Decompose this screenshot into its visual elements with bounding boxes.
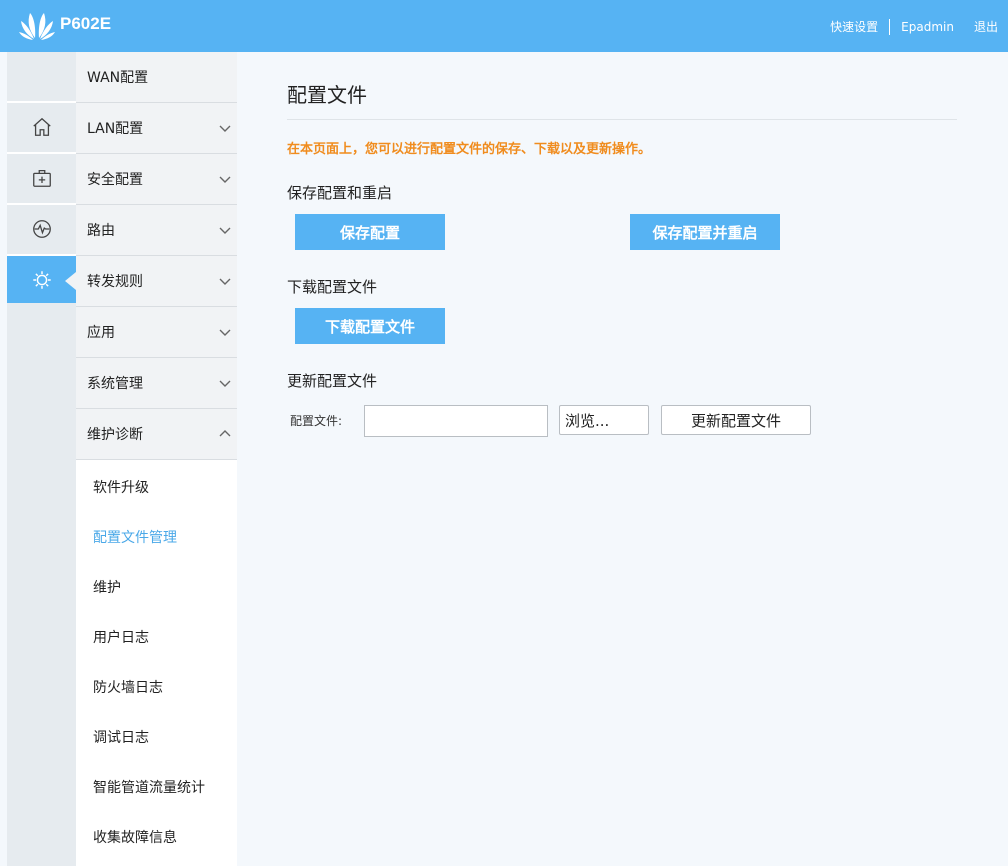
menu-item-label: 维护诊断 (87, 427, 143, 443)
save-section-title: 保存配置和重启 (287, 184, 393, 202)
menu-item-applications[interactable]: 应用 (76, 307, 237, 358)
title-divider (287, 119, 957, 120)
active-indicator (65, 272, 76, 290)
menu-item-label: 路由 (87, 223, 115, 239)
chevron-down-icon (219, 125, 231, 132)
submenu-item-maintain[interactable]: 维护 (93, 577, 121, 597)
menu-item-label: 转发规则 (87, 274, 143, 290)
config-file-input[interactable] (364, 405, 548, 437)
user-link[interactable]: Epadmin (901, 20, 954, 34)
submenu-item-software-upgrade[interactable]: 软件升级 (93, 477, 149, 497)
chevron-up-icon (219, 430, 231, 437)
browse-button[interactable]: 浏览... (559, 405, 649, 435)
sidebar-menu: WAN配置 LAN配置 安全配置 路由 转发规则 应用 系统管理 维护诊断 软件… (76, 52, 237, 866)
submenu-maintenance: 软件升级 配置文件管理 维护 用户日志 防火墙日志 调试日志 智能管道流量统计 … (76, 460, 237, 866)
submenu-item-debug-log[interactable]: 调试日志 (93, 727, 149, 747)
submenu-item-config-file[interactable]: 配置文件管理 (93, 527, 177, 547)
submenu-item-firewall-log[interactable]: 防火墙日志 (93, 677, 163, 697)
menu-item-label: 系统管理 (87, 376, 143, 392)
file-field-label: 配置文件: (290, 414, 343, 428)
update-config-button[interactable]: 更新配置文件 (661, 405, 811, 435)
gear-icon (32, 270, 51, 289)
menu-item-forwarding[interactable]: 转发规则 (76, 256, 237, 307)
pulse-icon (32, 219, 51, 238)
rail-settings[interactable] (7, 254, 76, 303)
submenu-item-collect-fault[interactable]: 收集故障信息 (93, 827, 177, 847)
chevron-down-icon (219, 176, 231, 183)
update-section-title: 更新配置文件 (287, 372, 378, 390)
quick-setup-link[interactable]: 快速设置 (830, 18, 878, 35)
menu-item-security[interactable]: 安全配置 (76, 154, 237, 205)
chevron-down-icon (219, 380, 231, 387)
menu-item-routing[interactable]: 路由 (76, 205, 237, 256)
menu-item-system[interactable]: 系统管理 (76, 358, 237, 409)
icon-rail (7, 52, 76, 866)
first-aid-icon (32, 169, 51, 187)
huawei-logo-icon (19, 13, 55, 40)
submenu-item-traffic-stats[interactable]: 智能管道流量统计 (93, 777, 205, 797)
save-config-button[interactable]: 保存配置 (295, 214, 445, 250)
download-config-button[interactable]: 下载配置文件 (295, 308, 445, 344)
menu-item-wan[interactable]: WAN配置 (76, 52, 237, 103)
chevron-down-icon (219, 227, 231, 234)
submenu-item-user-log[interactable]: 用户日志 (93, 627, 149, 647)
top-header: P602E 快速设置 Epadmin 退出 (0, 0, 1008, 52)
chevron-down-icon (219, 278, 231, 285)
save-reboot-button[interactable]: 保存配置并重启 (630, 214, 780, 250)
logout-link[interactable]: 退出 (974, 18, 998, 35)
rail-first-aid[interactable] (7, 152, 76, 201)
rail-blank (7, 52, 76, 101)
page-notice: 在本页面上，您可以进行配置文件的保存、下载以及更新操作。 (287, 142, 652, 157)
rail-home[interactable] (7, 101, 76, 150)
menu-item-label: 安全配置 (87, 172, 143, 188)
header-links: 快速设置 Epadmin 退出 (830, 18, 998, 35)
main-content: 配置文件 在本页面上，您可以进行配置文件的保存、下载以及更新操作。 保存配置和重… (237, 52, 1008, 866)
home-icon (32, 117, 51, 136)
menu-item-maintenance[interactable]: 维护诊断 (76, 409, 237, 460)
device-model: P602E (60, 14, 112, 33)
rail-pulse[interactable] (7, 203, 76, 252)
menu-item-lan[interactable]: LAN配置 (76, 103, 237, 154)
menu-item-label: 应用 (87, 325, 115, 341)
header-divider (889, 18, 891, 35)
page-title: 配置文件 (287, 83, 367, 107)
menu-item-label: LAN配置 (87, 121, 144, 137)
menu-item-label: WAN配置 (87, 70, 149, 86)
download-section-title: 下载配置文件 (287, 278, 378, 296)
chevron-down-icon (219, 329, 231, 336)
